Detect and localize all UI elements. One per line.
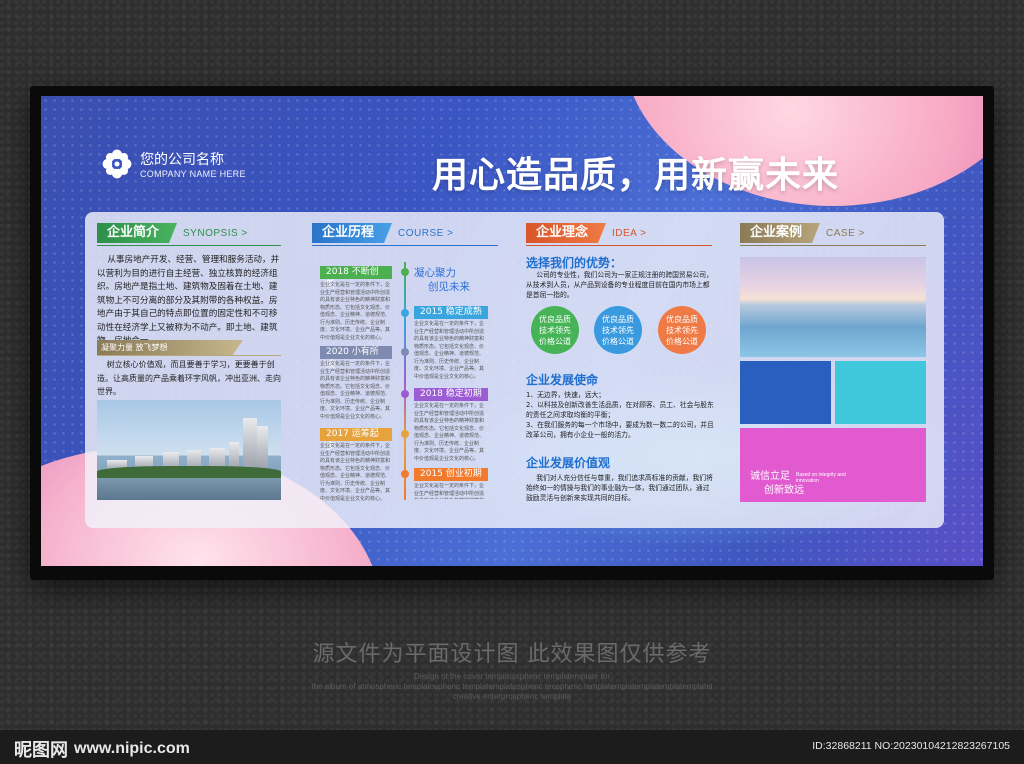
city-photo <box>97 400 281 500</box>
company-logo: 您的公司名称 COMPANY NAME HERE <box>100 147 246 181</box>
mission-list: 1、无边界，快速，远大； 2、以科技及创新改善生活品质，在对顾客、员工、社会与股… <box>526 390 716 440</box>
milestone-text: 企业文化是在一定的条件下，企业生产经营和管理活动中所创造的具有该企业特色的精神财… <box>320 443 391 502</box>
slogan-line-1: 凝心聚力 <box>414 267 456 279</box>
values-body: 我们对人充分信任与尊重，我们追求高标准的贡献，我们将始终如一的情操与我们的事业融… <box>526 474 713 502</box>
milestone-text: 企业文化是在一定的条件下，企业生产经营和管理活动中所创造的具有该企业特色的精神财… <box>320 361 391 420</box>
case-caption-line-2: 创新致远 <box>764 485 804 496</box>
milestone-4: 2018 稳定初期 <box>414 388 488 401</box>
milestone-dot <box>401 390 409 398</box>
company-name: 您的公司名称 <box>140 152 224 168</box>
case-header: 企业案例 CASE > <box>740 223 865 243</box>
mission-item: 3、在我们服务的每一个市场中，要成为数一数二的公司，并且改革公司，拥有小企业一般… <box>526 421 714 439</box>
milestone-text: 企业文化是在一定的条件下，企业生产经营和管理活动中所创造的具有该企业特色的精神财… <box>414 321 485 380</box>
synopsis-body: 从事房地产开发、经营、管理和服务活动，并以营利为目的进行自主经营、独立核算的经济… <box>97 255 280 346</box>
advantage-circle-1: 优良品质 技术领先 价格公道 <box>531 306 579 354</box>
mission-item: 1、无边界，快速，远大； <box>526 391 606 399</box>
advantage-body: 公司的专业性，我们公司为一家正规注册的跨国贸易公司，从技术到人员，从产品到设备的… <box>526 271 713 299</box>
milestone-dot <box>401 470 409 478</box>
idea-tag: 企业理念 <box>526 223 607 243</box>
idea-underline <box>526 245 712 246</box>
advantage-circle-2: 优良品质 技术领先 价格公道 <box>594 306 642 354</box>
synopsis-sub-tag: 凝聚力量 放飞梦想 <box>97 340 243 355</box>
case-caption-en: Based on integrity and innovation <box>796 472 846 484</box>
milestone-text: 企业文化是在一定的条件下，企业生产经营和管理活动中所创造的具有该企业特色的精神财… <box>320 282 391 341</box>
synopsis-tag-en: SYNOPSIS > <box>183 227 248 239</box>
milestone-5: 2017 运筹起步 <box>320 428 392 452</box>
course-tag: 企业历程 <box>312 223 393 243</box>
milestone-dot <box>401 430 409 438</box>
milestone-dot <box>401 348 409 356</box>
watermark-lines: Design of the cover templatosphenc templ… <box>311 672 713 701</box>
synopsis-sub-body: 树立核心价值观，而且要善于学习，更要善于创造。让高质量的产品乘着环宇风帆，冲出亚… <box>97 360 281 396</box>
course-header: 企业历程 COURSE > <box>312 223 453 243</box>
footer-brand: 昵图网 www.nipic.com <box>14 736 190 762</box>
case-tag-en: CASE > <box>826 227 865 239</box>
synopsis-underline <box>97 245 281 246</box>
case-block-cyan <box>835 361 926 424</box>
main-headline: 用心造品质，用新赢未来 <box>432 155 840 196</box>
milestone-dot <box>401 268 409 276</box>
idea-tag-en: IDEA > <box>612 227 647 239</box>
values-title: 企业发展价值观 <box>526 456 611 470</box>
milestone-1: 2018 不断创新 <box>320 266 392 290</box>
timeline-line <box>404 262 406 500</box>
seascape-photo <box>740 257 926 357</box>
milestone-6: 2015 创业初期 <box>414 468 488 481</box>
milestone-3: 2020 小有所成 <box>320 346 392 370</box>
course-underline <box>312 245 498 246</box>
slogan-line-2: 创见未来 <box>428 281 470 293</box>
synopsis-header: 企业简介 SYNOPSIS > <box>97 223 248 243</box>
advantage-circle-3: 优良品质 技术领先 价格公道 <box>658 306 706 354</box>
brand-name: 昵图网 <box>14 740 68 761</box>
milestone-dot <box>401 309 409 317</box>
flower-logo-icon <box>102 149 132 179</box>
sub-underline <box>97 355 281 356</box>
synopsis-tag: 企业简介 <box>97 223 178 243</box>
case-block-blue <box>740 361 831 424</box>
company-name-en: COMPANY NAME HERE <box>140 169 246 179</box>
case-underline <box>740 245 926 246</box>
course-tag-en: COURSE > <box>398 227 454 239</box>
milestone-2: 2015 稳定成熟 <box>414 306 488 319</box>
watermark-title: 源文件为平面设计图 此效果图仅供参考 <box>312 642 712 667</box>
footer-id: ID:32868211 NO:20230104212823267105 <box>812 740 1010 752</box>
advantage-title: 选择我们的优势： <box>526 256 623 270</box>
milestone-text: 企业文化是在一定的条件下，企业生产经营和管理活动中所创造的具有该企业特色的精神财… <box>414 403 485 462</box>
case-tag: 企业案例 <box>740 223 821 243</box>
brand-url[interactable]: www.nipic.com <box>74 740 190 758</box>
milestone-text: 企业文化是在一定的条件下，企业生产经营和管理活动中所创造的具有该企业特色的精神财… <box>414 483 485 499</box>
mission-title: 企业发展使命 <box>526 373 599 387</box>
idea-header: 企业理念 IDEA > <box>526 223 646 243</box>
mission-item: 2、以科技及创新改善生活品质，在对顾客、员工、社会与股东的责任之间求取均衡的平衡… <box>526 401 714 419</box>
course-slogan: 凝心聚力 创见未来 <box>414 266 470 294</box>
